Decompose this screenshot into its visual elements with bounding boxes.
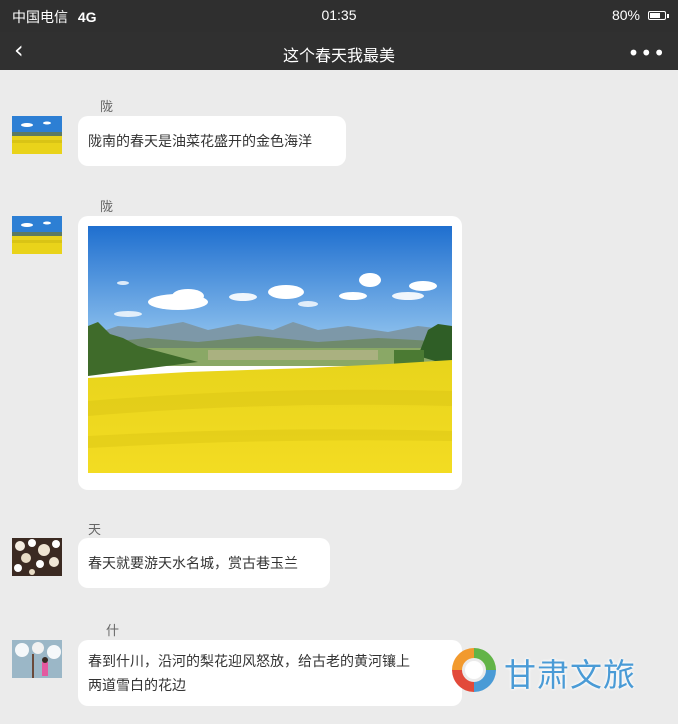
message-text: 春天就要游天水名城，赏古巷玉兰 — [88, 555, 298, 571]
gansu-wenlv-watermark: 甘肃文旅 — [448, 640, 678, 700]
message-bubble[interactable]: 陇南的春天是油菜花盛开的金色海洋 — [78, 116, 346, 166]
message-bubble[interactable]: 春到什川，沿河的梨花迎风怒放，给古老的黄河镶上 两道雪白的花边 — [78, 640, 462, 706]
message-bubble[interactable]: 春天就要游天水名城，赏古巷玉兰 — [78, 538, 330, 588]
clock: 01:35 — [321, 7, 357, 23]
avatar[interactable] — [12, 640, 62, 678]
watermark-text: 甘肃文旅 — [504, 656, 637, 694]
chat-title: 这个春天我最美 — [282, 48, 395, 65]
battery-status: 80% — [611, 7, 669, 23]
swirl-logo-icon — [452, 648, 496, 692]
status-bar: 中国电信 4G 01:35 80% — [0, 0, 678, 32]
message-text-line: 春到什川，沿河的梨花迎风怒放，给古老的黄河镶上 — [88, 653, 410, 669]
battery-percent: 80% — [611, 7, 640, 23]
more-dots-icon[interactable]: ••• — [628, 41, 666, 65]
image-bubble[interactable] — [78, 216, 462, 490]
avatar[interactable] — [12, 216, 62, 254]
avatar[interactable] — [12, 538, 62, 576]
nav-bar: ‹ 这个春天我最美 ••• — [0, 32, 678, 70]
battery-icon — [648, 10, 669, 20]
rapeseed-field-photo[interactable] — [88, 226, 452, 473]
message-text: 陇南的春天是油菜花盛开的金色海洋 — [88, 133, 312, 149]
avatar[interactable] — [12, 116, 62, 154]
message-text-line: 两道雪白的花边 — [88, 677, 186, 693]
